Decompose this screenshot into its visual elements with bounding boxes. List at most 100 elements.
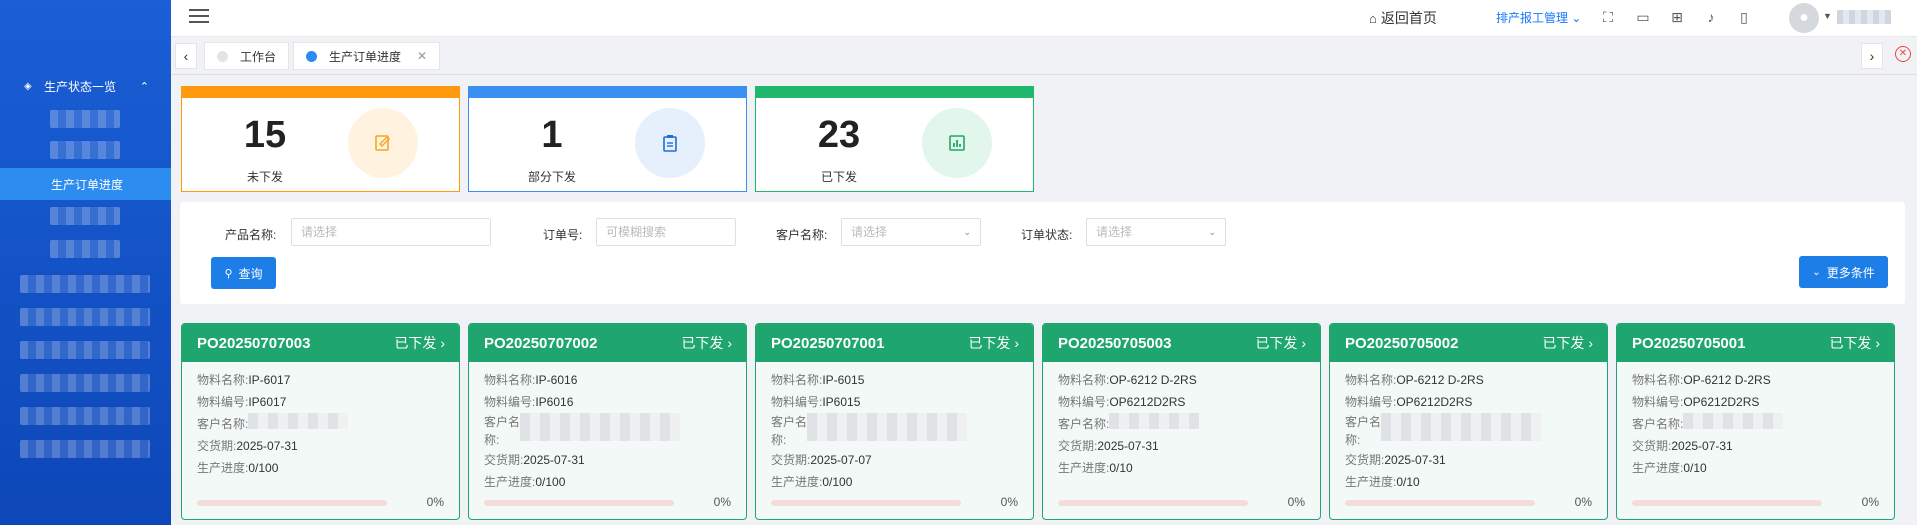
material-name-label: 物料名称: xyxy=(484,373,536,387)
username-redacted[interactable] xyxy=(1837,10,1891,24)
material-name-value: OP-6212 D-2RS xyxy=(1109,373,1197,387)
order-status-link[interactable]: 已下发 › xyxy=(1542,333,1593,353)
order-card-header[interactable]: PO20250705001 已下发 › xyxy=(1617,324,1894,362)
layout-icon[interactable]: ⊞ xyxy=(1668,8,1686,26)
order-card-header[interactable]: PO20250707002 已下发 › xyxy=(469,324,746,362)
order-number-input[interactable]: 可模糊搜索 xyxy=(596,218,736,246)
tab-status-dot xyxy=(306,50,317,62)
chevron-right-icon: › xyxy=(727,335,732,351)
delivery-value: 2025-07-31 xyxy=(1671,439,1733,453)
order-card-header[interactable]: PO20250705002 已下发 › xyxy=(1330,324,1607,362)
stat-label: 部分下发 xyxy=(527,170,576,184)
order-card-header[interactable]: PO20250707003 已下发 › xyxy=(182,324,459,362)
order-card[interactable]: PO20250707001 已下发 › 物料名称: IP-6015 物料编号: IP… xyxy=(755,323,1034,520)
query-button[interactable]: ⚲ 查询 xyxy=(211,257,276,289)
order-status-link[interactable]: 已下发 › xyxy=(681,333,732,353)
sidebar-item-redacted[interactable] xyxy=(50,207,120,225)
order-card-body: 物料名称: OP-6212 D-2RS 物料编号: OP6212D2RS 客户名称:… xyxy=(1043,362,1320,479)
order-status-link[interactable]: 已下发 › xyxy=(394,333,445,353)
progress-percent: 0% xyxy=(713,495,731,509)
customer-value-redacted xyxy=(248,413,349,429)
close-all-tabs-icon[interactable]: ✕ xyxy=(1895,46,1911,62)
progress-percent: 0% xyxy=(1574,495,1592,509)
bell-icon[interactable]: ♪ xyxy=(1702,8,1720,26)
chevron-right-icon: › xyxy=(440,335,445,351)
progress-percent: 0% xyxy=(426,495,444,509)
sidebar-item-redacted[interactable] xyxy=(20,374,150,392)
order-card[interactable]: PO20250705001 已下发 › 物料名称: OP-6212 D-2RS 物… xyxy=(1616,323,1895,520)
home-link[interactable]: ⌂ 返回首页 xyxy=(1369,8,1437,28)
order-card-header[interactable]: PO20250707001 已下发 › xyxy=(756,324,1033,362)
stat-card-not-issued[interactable]: 15 未下发 xyxy=(181,86,460,192)
progress-value: 0/10 xyxy=(1396,475,1420,489)
progress-bar xyxy=(484,500,674,506)
order-status-link[interactable]: 已下发 › xyxy=(1829,333,1880,353)
progress-value: 0/100 xyxy=(248,461,279,475)
sidebar-item-redacted[interactable] xyxy=(50,110,120,128)
customer-name-select[interactable]: 请选择 ⌄ xyxy=(841,218,981,246)
tab-scroll-left-button[interactable]: ‹ xyxy=(175,43,197,69)
order-card[interactable]: PO20250707002 已下发 › 物料名称: IP-6016 物料编号: IP… xyxy=(468,323,747,520)
sidebar-item-redacted[interactable] xyxy=(50,240,120,258)
mobile-icon[interactable]: ▯ xyxy=(1735,8,1753,26)
tab-workbench[interactable]: 工作台 xyxy=(204,42,290,70)
progress-bar xyxy=(771,500,961,506)
tab-production-order-progress[interactable]: 生产订单进度 ✕ xyxy=(293,42,441,70)
material-code-label: 物料编号: xyxy=(1632,395,1684,409)
customer-value-redacted xyxy=(1381,413,1541,441)
sidebar-item-production-order-progress[interactable]: 生产订单进度 xyxy=(0,168,171,200)
sidebar-item-redacted[interactable] xyxy=(50,141,120,159)
progress-bar-row: 0% xyxy=(1345,495,1592,509)
monitor-icon[interactable]: ▭ xyxy=(1634,8,1652,26)
order-card-header[interactable]: PO20250705003 已下发 › xyxy=(1043,324,1320,362)
customer-label: 客户名称: xyxy=(1345,415,1382,447)
tab-scroll-right-button[interactable]: › xyxy=(1861,43,1883,69)
edit-icon xyxy=(348,108,418,178)
sidebar-item-redacted[interactable] xyxy=(20,308,150,326)
more-conditions-button[interactable]: ⌄ 更多条件 xyxy=(1799,256,1888,288)
order-number: PO20250707001 xyxy=(771,334,885,352)
progress-label: 生产进度: xyxy=(1058,461,1110,475)
customer-label: 客户名称: xyxy=(197,417,249,431)
chevron-down-icon: ⌄ xyxy=(963,227,971,237)
order-card[interactable]: PO20250705003 已下发 › 物料名称: OP-6212 D-2RS 物… xyxy=(1042,323,1321,520)
fullscreen-icon[interactable]: ⛶ xyxy=(1599,8,1617,26)
chevron-up-icon: ⌃ xyxy=(139,80,149,93)
sidebar-item-redacted[interactable] xyxy=(20,341,150,359)
sidebar-group-label: 生产状态一览 xyxy=(44,79,117,94)
customer-name-placeholder: 请选择 xyxy=(851,225,888,239)
menu-toggle-icon[interactable] xyxy=(189,9,209,25)
caret-down-icon[interactable]: ▼ xyxy=(1823,11,1832,21)
avatar[interactable]: ● xyxy=(1789,3,1819,33)
sidebar-item-redacted[interactable] xyxy=(20,407,150,425)
material-code-value: IP6017 xyxy=(248,395,287,409)
order-status-select[interactable]: 请选择 ⌄ xyxy=(1086,218,1226,246)
order-status-link[interactable]: 已下发 › xyxy=(968,333,1019,353)
customer-value-redacted xyxy=(520,413,680,441)
order-status: 已下发 xyxy=(968,335,1011,351)
close-icon[interactable]: ✕ xyxy=(417,49,427,63)
sidebar-group-production-status[interactable]: ◈ 生产状态一览 ⌃ xyxy=(0,74,171,98)
material-code-label: 物料编号: xyxy=(1345,395,1397,409)
scheduling-menu-dropdown[interactable]: 排产报工管理 ⌄ xyxy=(1496,9,1581,26)
stat-card-issued[interactable]: 23 已下发 xyxy=(755,86,1034,192)
customer-value-redacted xyxy=(807,413,967,441)
progress-label: 生产进度: xyxy=(771,475,823,489)
product-name-select[interactable]: 请选择 xyxy=(291,218,491,246)
order-number: PO20250705001 xyxy=(1632,334,1746,352)
material-name-label: 物料名称: xyxy=(771,373,823,387)
order-status-link[interactable]: 已下发 › xyxy=(1255,333,1306,353)
stat-label: 未下发 xyxy=(246,170,283,184)
chevron-right-icon: › xyxy=(1301,335,1306,351)
order-number: PO20250707003 xyxy=(197,334,311,352)
material-name-value: IP-6015 xyxy=(822,373,865,387)
stat-card-partially-issued[interactable]: 1 部分下发 xyxy=(468,86,747,192)
order-card[interactable]: PO20250705002 已下发 › 物料名称: OP-6212 D-2RS 物… xyxy=(1329,323,1608,520)
order-status: 已下发 xyxy=(394,335,437,351)
order-card[interactable]: PO20250707003 已下发 › 物料名称: IP-6017 物料编号: IP… xyxy=(181,323,460,520)
customer-label: 客户名称: xyxy=(1632,417,1684,431)
sidebar-item-redacted[interactable] xyxy=(20,440,150,458)
progress-value: 0/10 xyxy=(1683,461,1707,475)
sidebar-item-redacted[interactable] xyxy=(20,275,150,293)
product-name-label: 产品名称: xyxy=(225,228,277,242)
